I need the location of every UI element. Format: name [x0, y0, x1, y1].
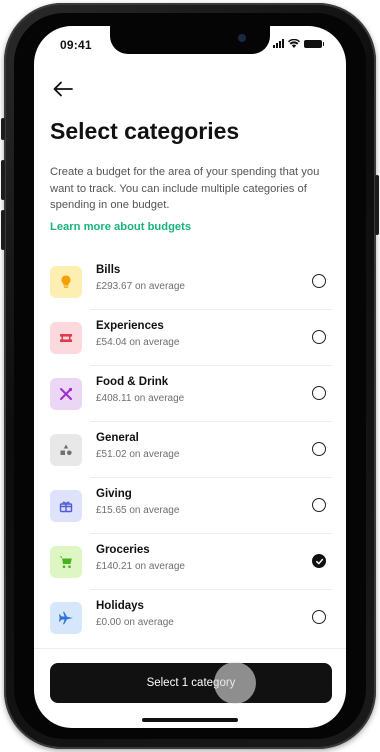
page: 09:41 Select categories Create a budget … [0, 0, 380, 752]
category-average: £140.21 on average [96, 561, 185, 572]
power-button [375, 175, 379, 235]
category-item-holidays[interactable]: Holidays £0.00 on average [34, 590, 346, 646]
checkmark-icon [315, 558, 323, 564]
category-item-giving[interactable]: Giving £15.65 on average [34, 478, 346, 534]
radio-unchecked[interactable] [312, 274, 326, 288]
category-average: £0.00 on average [96, 617, 174, 628]
category-item-food-drink[interactable]: Food & Drink £408.11 on average [34, 366, 346, 422]
radio-unchecked[interactable] [312, 330, 326, 344]
footer-divider [34, 648, 346, 649]
category-name: General [96, 432, 139, 444]
category-amount: £293.67 [96, 281, 133, 292]
category-name: Experiences [96, 320, 164, 332]
category-item-bills[interactable]: Bills £293.67 on average [34, 254, 346, 310]
category-list: Bills £293.67 on average Experiences £54… [34, 254, 346, 646]
status-time: 09:41 [60, 38, 92, 52]
category-average: £15.65 on average [96, 505, 179, 516]
category-average-suffix: on average [123, 617, 174, 628]
category-amount: £15.65 [96, 505, 127, 516]
wifi-icon [288, 39, 300, 48]
radio-unchecked[interactable] [312, 610, 326, 624]
select-category-button[interactable]: Select 1 category [50, 663, 332, 703]
category-average: £54.04 on average [96, 337, 179, 348]
category-amount: £408.11 [96, 393, 132, 404]
category-amount: £0.00 [96, 617, 122, 628]
app-screen: 09:41 Select categories Create a budget … [34, 26, 346, 728]
cutlery-icon [50, 378, 82, 410]
category-average-suffix: on average [129, 505, 180, 516]
category-name: Food & Drink [96, 376, 169, 388]
category-average-suffix: on average [129, 337, 180, 348]
category-average: £51.02 on average [96, 449, 179, 460]
notch [110, 26, 270, 54]
radio-unchecked[interactable] [312, 386, 326, 400]
volume-up-button [1, 160, 5, 200]
category-average: £293.67 on average [96, 281, 185, 292]
category-item-general[interactable]: General £51.02 on average [34, 422, 346, 478]
radio-unchecked[interactable] [312, 442, 326, 456]
category-item-groceries[interactable]: Groceries £140.21 on average [34, 534, 346, 590]
cellular-signal-icon [273, 39, 284, 48]
volume-down-button [1, 210, 5, 250]
radio-unchecked[interactable] [312, 498, 326, 512]
battery-icon [304, 40, 324, 48]
radio-checked[interactable] [312, 554, 326, 568]
category-average-suffix: on average [134, 281, 185, 292]
status-icons [273, 39, 324, 48]
category-item-experiences[interactable]: Experiences £54.04 on average [34, 310, 346, 366]
category-amount: £51.02 [96, 449, 127, 460]
ticket-icon [50, 322, 82, 354]
category-name: Bills [96, 264, 121, 276]
mute-switch [1, 118, 5, 140]
category-name: Groceries [96, 544, 150, 556]
category-name: Giving [96, 488, 132, 500]
shapes-icon [50, 434, 82, 466]
category-average-suffix: on average [129, 449, 180, 460]
page-description: Create a budget for the area of your spe… [50, 166, 320, 211]
shopping-cart-icon [50, 546, 82, 578]
category-amount: £54.04 [96, 337, 127, 348]
gift-icon [50, 490, 82, 522]
category-average-suffix: on average [134, 393, 185, 404]
category-amount: £140.21 [96, 561, 133, 572]
camera-dot [238, 34, 246, 42]
airplane-icon [50, 602, 82, 634]
arrow-left-icon[interactable] [52, 80, 74, 98]
learn-more-link[interactable]: Learn more about budgets [50, 221, 191, 233]
category-average: £408.11 on average [96, 393, 184, 404]
home-indicator [142, 718, 238, 722]
category-average-suffix: on average [134, 561, 185, 572]
page-title: Select categories [50, 118, 240, 144]
lightbulb-icon [50, 266, 82, 298]
category-name: Holidays [96, 600, 144, 612]
